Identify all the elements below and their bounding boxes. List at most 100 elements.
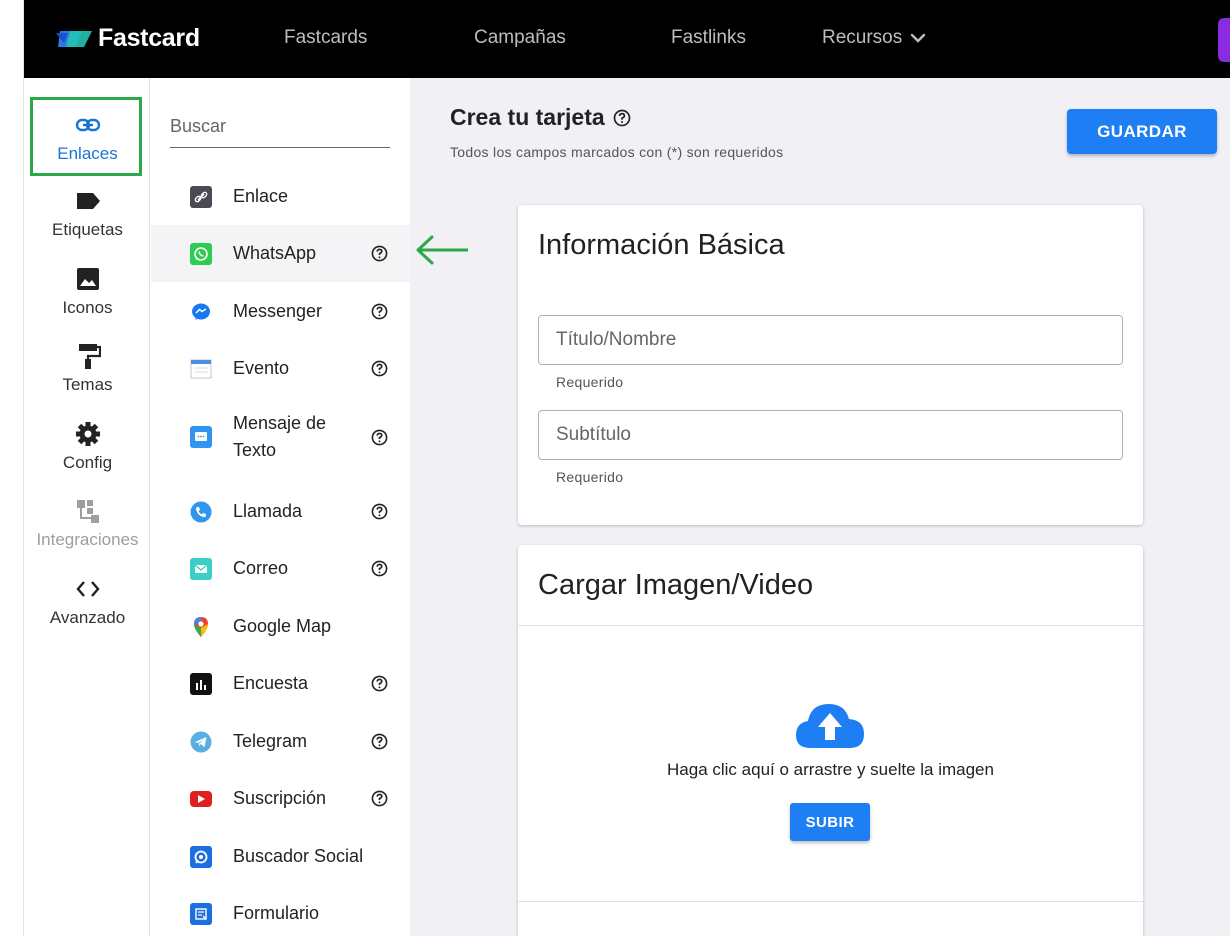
link-item-formulario[interactable]: Formulario — [151, 885, 410, 936]
map-pin-icon — [190, 616, 212, 638]
brand-logo[interactable]: Fastcard — [56, 24, 200, 53]
search-input[interactable] — [170, 116, 390, 137]
cloud-upload-icon[interactable] — [794, 700, 866, 750]
social-search-icon — [190, 845, 212, 868]
link-item-suscripcion[interactable]: Suscripción — [151, 770, 410, 827]
link-item-label-line2: Texto — [233, 440, 277, 460]
link-item-evento[interactable]: Evento — [151, 340, 410, 397]
rail-item-config[interactable]: Config — [25, 421, 150, 473]
code-icon — [75, 581, 100, 597]
page-title-text: Crea tu tarjeta — [450, 104, 605, 130]
paint-roller-icon — [78, 344, 101, 369]
link-item-telegram[interactable]: Telegram — [151, 713, 410, 770]
chevron-down-icon — [911, 33, 926, 43]
link-item-label: Suscripción — [233, 788, 327, 808]
rail-item-iconos[interactable]: Iconos — [25, 266, 150, 318]
upload-instructions: Haga clic aquí o arrastre y suelte la im… — [667, 760, 994, 779]
page-title: Crea tu tarjeta — [450, 104, 631, 131]
rail-item-label: Enlaces — [57, 144, 118, 163]
rail-item-enlaces[interactable]: Enlaces — [25, 112, 150, 164]
subtitle-field — [538, 410, 1123, 460]
side-tab[interactable] — [1218, 18, 1230, 62]
poll-icon — [190, 672, 212, 695]
upload-card: Cargar Imagen/Video Haga clic aquí o arr… — [518, 545, 1143, 936]
label-icon — [76, 193, 100, 209]
basic-info-card: Información Básica Requerido Requerido — [518, 205, 1143, 525]
help-icon[interactable] — [371, 503, 388, 520]
link-item-label: Google Map — [233, 616, 332, 636]
subtitle-input[interactable] — [539, 411, 1122, 459]
help-icon[interactable] — [371, 733, 388, 750]
link-item-label: Formulario — [233, 903, 320, 923]
divider — [518, 901, 1143, 902]
youtube-icon — [190, 790, 212, 807]
link-item-encuesta[interactable]: Encuesta — [151, 655, 410, 712]
rail-item-temas[interactable]: Temas — [25, 343, 150, 395]
search-box — [170, 116, 390, 148]
help-icon[interactable] — [613, 109, 631, 127]
link-item-label: Telegram — [233, 731, 308, 751]
rail-item-label: Integraciones — [36, 530, 139, 549]
link-icon — [75, 118, 100, 132]
telegram-icon — [190, 731, 212, 753]
link-item-messenger[interactable]: Messenger — [151, 283, 410, 340]
image-icon — [76, 268, 99, 290]
help-icon[interactable] — [371, 675, 388, 692]
help-icon[interactable] — [371, 790, 388, 807]
link-item-mensaje-de-texto[interactable]: Mensaje de Texto — [151, 412, 410, 462]
help-icon[interactable] — [371, 429, 388, 446]
rail-item-label: Iconos — [62, 298, 113, 317]
annotation-arrow-icon — [416, 235, 468, 265]
nav-fastcards[interactable]: Fastcards — [284, 27, 367, 49]
whatsapp-icon — [190, 242, 212, 265]
subtitle-hint: Requerido — [556, 469, 624, 485]
rail-item-label: Temas — [62, 375, 113, 394]
nav-recursos-label: Recursos — [822, 27, 903, 48]
mail-icon — [190, 557, 212, 580]
rail-item-avanzado[interactable]: Avanzado — [25, 576, 150, 628]
link-item-label: Messenger — [233, 301, 323, 321]
fastcard-logo-icon — [56, 30, 92, 47]
link-item-label: Enlace — [233, 186, 289, 206]
link-item-enlace[interactable]: Enlace — [151, 168, 410, 225]
link-item-label: WhatsApp — [233, 243, 317, 263]
save-button[interactable]: GUARDAR — [1067, 109, 1217, 154]
upload-button[interactable]: SUBIR — [790, 803, 870, 841]
rail-item-label: Etiquetas — [52, 220, 123, 239]
help-icon[interactable] — [371, 360, 388, 377]
rail-item-integraciones[interactable]: Integraciones — [25, 498, 150, 550]
page-subtitle: Todos los campos marcados con (*) son re… — [450, 144, 784, 160]
main-content: Crea tu tarjeta Todos los campos marcado… — [410, 78, 1230, 936]
brand-name: Fastcard — [98, 24, 200, 52]
nav-recursos[interactable]: Recursos — [822, 27, 926, 49]
title-field — [538, 315, 1123, 365]
rail-item-etiquetas[interactable]: Etiquetas — [25, 188, 150, 240]
link-item-label: Correo — [233, 558, 289, 578]
help-icon[interactable] — [371, 303, 388, 320]
link-item-label: Mensaje de Texto — [233, 410, 326, 464]
calendar-icon — [190, 358, 212, 380]
integrations-icon — [76, 500, 99, 523]
link-item-google-map[interactable]: Google Map — [151, 598, 410, 655]
divider — [518, 625, 1143, 626]
link-item-whatsapp[interactable]: WhatsApp — [151, 225, 410, 282]
nav-campanas[interactable]: Campañas — [474, 27, 566, 49]
link-item-buscador-social[interactable]: Buscador Social — [151, 828, 410, 885]
title-input[interactable] — [539, 316, 1122, 364]
link-item-label: Evento — [233, 358, 290, 378]
rail-item-label: Config — [62, 453, 113, 472]
help-icon[interactable] — [371, 245, 388, 262]
links-panel: Enlace WhatsApp Messenger Evento Mensaje… — [151, 78, 410, 936]
form-icon — [190, 902, 212, 925]
phone-icon — [190, 501, 212, 523]
messenger-icon — [190, 301, 212, 323]
link-item-llamada[interactable]: Llamada — [151, 483, 410, 540]
window-edge — [0, 0, 24, 936]
link-item-label: Llamada — [233, 501, 303, 521]
link-item-label-line1: Mensaje de — [233, 413, 327, 433]
link-item-correo[interactable]: Correo — [151, 540, 410, 597]
nav-fastlinks[interactable]: Fastlinks — [671, 27, 746, 49]
rail-item-label: Avanzado — [49, 608, 126, 627]
help-icon[interactable] — [371, 560, 388, 577]
gear-icon — [75, 422, 100, 446]
